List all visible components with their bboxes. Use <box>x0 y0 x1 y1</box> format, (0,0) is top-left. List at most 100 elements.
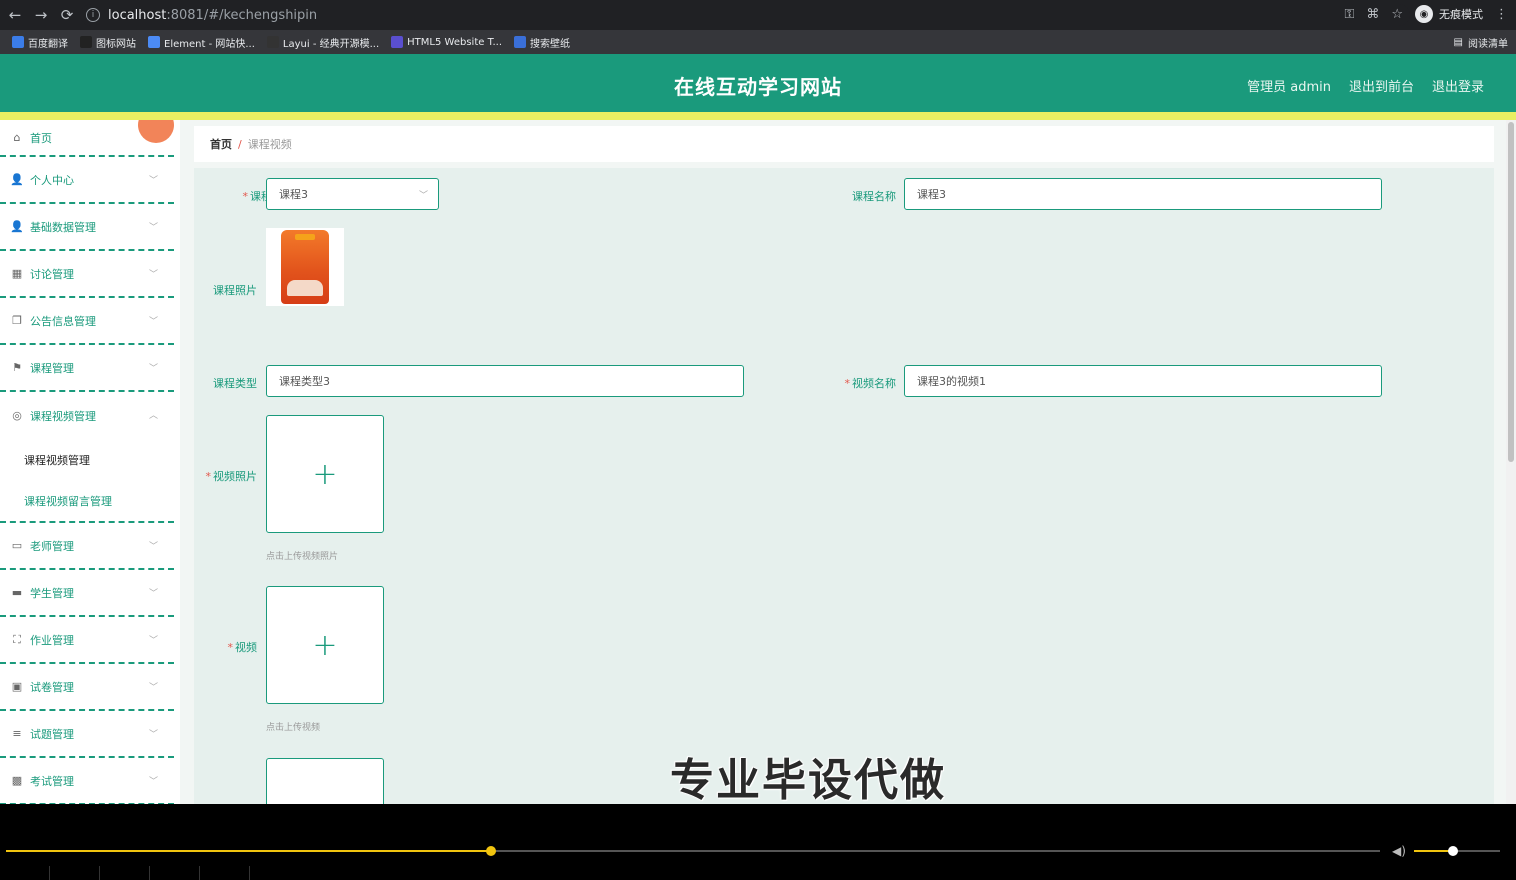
translate-icon[interactable]: ⌘ <box>1366 7 1379 22</box>
sidebar-item-items-4[interactable]: ⚑ 课程管理 ﹀ <box>0 345 174 392</box>
sidebar-item-label: 基础数据管理 <box>30 220 96 234</box>
plus-icon: + <box>312 627 338 663</box>
sidebar-item-items-1[interactable]: 👤 基础数据管理 ﹀ <box>0 204 174 251</box>
video-name-label-text: 视频名称 <box>852 377 896 390</box>
page-body: ⌂ 首页 👤 个人中心 ﹀ 👤 基础数据管理 ﹀ ▦ 讨论管理 ﹀ ❐ 公告信息管理 ﹀ ⚑ 课程管理 ﹀ … <box>0 120 1516 804</box>
sidebar-submenu: 课程视频管理 课程视频留言管理 <box>0 439 174 523</box>
sidebar-item-items-2[interactable]: ▦ 讨论管理 ﹀ <box>0 251 174 298</box>
key-icon[interactable]: ⚿ <box>1344 7 1354 22</box>
sidebar-item-home[interactable]: ⌂ 首页 <box>0 120 174 157</box>
bookmark-icon <box>80 36 92 48</box>
video-name-label: * 视频名称 <box>826 375 897 391</box>
course-select-value: 课程3 <box>279 188 308 201</box>
reading-list-icon: ▤ <box>1453 37 1463 48</box>
briefcase-icon: ▬ <box>11 586 23 599</box>
sidebar-item-items2-0[interactable]: ▭ 老师管理 ﹀ <box>0 523 174 570</box>
volume-knob[interactable] <box>1447 846 1458 856</box>
watermark-text: 专业毕设代做 <box>670 755 946 806</box>
bookmark-label: 图标网站 <box>96 38 136 50</box>
bookmark-item[interactable]: 搜索壁纸 <box>514 35 570 50</box>
reading-list-button[interactable]: ▤ 阅读清单 <box>1454 35 1508 50</box>
doc-icon: ▣ <box>11 680 23 693</box>
bookmark-item[interactable]: Element - 网站快... <box>148 35 255 50</box>
incognito-indicator[interactable]: ◉ 无痕模式 <box>1415 5 1483 23</box>
sidebar-item-label: 课程管理 <box>30 361 74 375</box>
copy-icon: ❐ <box>12 314 22 327</box>
bookmark-item[interactable]: 百度翻译 <box>12 35 68 50</box>
chevron-down-icon: ﹀ <box>148 270 158 280</box>
video-uploader[interactable]: + <box>266 586 384 704</box>
sidebar-item-items2-1[interactable]: ▬ 学生管理 ﹀ <box>0 570 174 617</box>
logout-link[interactable]: 退出登录 <box>1432 76 1484 95</box>
sidebar-item-items2-4[interactable]: ≡ 试题管理 ﹀ <box>0 711 174 758</box>
star-icon[interactable]: ☆ <box>1391 7 1403 22</box>
address-bar[interactable]: i localhost:8081/#/kechengshipin <box>80 4 1410 26</box>
course-type-field[interactable]: 课程类型3 <box>266 365 744 397</box>
progress-knob[interactable] <box>486 846 497 856</box>
sidebar-item-items2-5[interactable]: ▩ 考试管理 ﹀ <box>0 758 174 804</box>
thumbnail[interactable] <box>50 866 100 880</box>
video-name-field[interactable]: 课程3的视频1 <box>904 365 1382 397</box>
user-icon: 👤 <box>10 220 24 233</box>
sidebar-item-items-0[interactable]: 👤 个人中心 ﹀ <box>0 157 174 204</box>
sidebar-item-items2-2[interactable]: ⛶ 作业管理 ﹀ <box>0 617 174 664</box>
reading-list-label: 阅读清单 <box>1468 39 1508 50</box>
bookmark-item[interactable]: 图标网站 <box>80 35 136 50</box>
bookmark-label: HTML5 Website T... <box>407 36 503 48</box>
sidebar-sub-video-manage[interactable]: 课程视频管理 <box>0 439 174 480</box>
required-mark: * <box>242 190 249 203</box>
scrollbar-thumb[interactable] <box>1508 122 1514 462</box>
volume-fill <box>1414 850 1453 852</box>
volume-slider[interactable] <box>1414 846 1500 856</box>
video-photo-uploader[interactable]: + <box>266 415 384 533</box>
bookmark-item[interactable]: HTML5 Website T... <box>391 35 502 50</box>
sidebar-item-items2-3[interactable]: ▣ 试卷管理 ﹀ <box>0 664 174 711</box>
page-scrollbar[interactable] <box>1506 120 1516 804</box>
sidebar-group-top: 👤 个人中心 ﹀ 👤 基础数据管理 ﹀ ▦ 讨论管理 ﹀ ❐ 公告信息管理 ﹀ ⚑ 课程管理 ﹀ <box>0 157 180 392</box>
sidebar-item-label: 课程视频管理 <box>30 409 96 423</box>
video-icon: ◎ <box>12 409 22 422</box>
url-path: :8081/#/kechengshipin <box>166 7 318 23</box>
bookmark-item[interactable]: Layui - 经典开源模... <box>266 35 380 50</box>
course-name-label: 课程名称 <box>852 190 896 203</box>
video-photo-label-text: 视频照片 <box>213 470 257 483</box>
thumbnail[interactable] <box>200 866 250 880</box>
progress-bar[interactable] <box>6 846 1380 856</box>
sidebar-sub-video-comments[interactable]: 课程视频留言管理 <box>0 480 174 521</box>
flag-icon: ⚑ <box>12 361 22 374</box>
chevron-down-icon: ﹀ <box>148 589 158 599</box>
thumbnail[interactable] <box>0 866 50 880</box>
forward-icon[interactable]: → <box>30 4 52 26</box>
course-type-label: 课程类型 <box>213 377 257 390</box>
sidebar-item-label: 试卷管理 <box>30 680 74 694</box>
breadcrumb-separator: / <box>238 137 242 151</box>
sidebar-item-items-3[interactable]: ❐ 公告信息管理 ﹀ <box>0 298 174 345</box>
info-icon[interactable]: i <box>86 8 100 22</box>
admin-label: 管理员 admin <box>1247 80 1331 95</box>
back-icon[interactable]: ← <box>4 4 26 26</box>
chevron-down-icon: ﹀ <box>148 364 158 374</box>
required-mark: * <box>844 377 851 390</box>
to-front-link[interactable]: 退出到前台 <box>1349 76 1414 95</box>
chevron-up-icon: ︿ <box>148 411 158 421</box>
bookmark-label: Layui - 经典开源模... <box>282 38 380 50</box>
thumbnail[interactable] <box>100 866 150 880</box>
reload-icon[interactable]: ⟳ <box>56 4 78 26</box>
sidebar-item-course-video[interactable]: ◎ 课程视频管理 ︿ <box>0 392 174 439</box>
thumbnail[interactable] <box>150 866 200 880</box>
video-player-bar: ◀) <box>0 804 1516 880</box>
sidebar-item-label: 个人中心 <box>30 173 74 187</box>
menu-icon[interactable]: ⋮ <box>1495 7 1508 22</box>
breadcrumb-home[interactable]: 首页 <box>210 136 232 152</box>
rice-bag-image <box>281 230 329 304</box>
chevron-down-icon: ﹀ <box>148 176 158 186</box>
bookmark-icon <box>391 36 404 48</box>
volume-icon[interactable]: ◀) <box>1392 844 1406 858</box>
breadcrumb-current: 课程视频 <box>247 138 292 151</box>
course-name-field[interactable]: 课程3 <box>904 178 1382 210</box>
course-select[interactable]: 课程3 ﹀ <box>266 178 439 210</box>
thumbnail-strip <box>0 866 260 880</box>
url-host: localhost <box>108 7 167 23</box>
extra-uploader[interactable] <box>266 758 384 804</box>
video-form: * 课程 课程3 ﹀ 课程名称 课程3 课程照片 课程类型 课程类型3 * 视频名称… <box>194 168 1494 804</box>
